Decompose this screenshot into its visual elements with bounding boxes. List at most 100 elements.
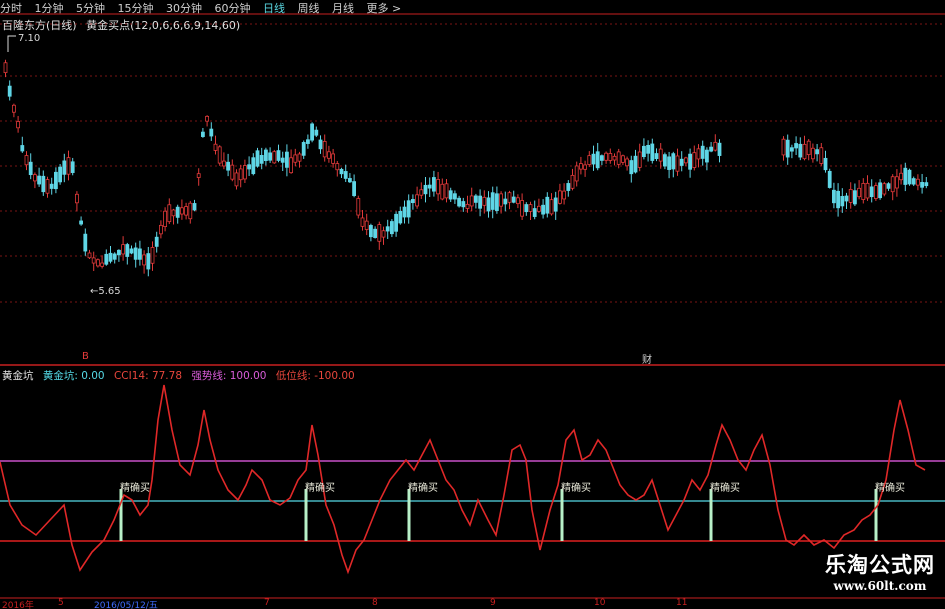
candle-body bbox=[616, 151, 621, 165]
site-watermark: 乐淘公式网 www.60lt.com bbox=[825, 549, 935, 593]
buy-signal-bar bbox=[119, 489, 123, 541]
candle-body bbox=[242, 165, 247, 180]
candle-body bbox=[853, 190, 857, 205]
candle-body bbox=[827, 170, 832, 188]
candle-body bbox=[528, 204, 533, 212]
candle-body bbox=[713, 141, 718, 151]
candle-body bbox=[486, 197, 491, 212]
candle-body bbox=[125, 244, 130, 257]
candle-body bbox=[469, 195, 474, 207]
candle-body bbox=[263, 149, 268, 161]
candle-body bbox=[339, 168, 344, 175]
candle-body bbox=[507, 192, 512, 203]
candle-body bbox=[255, 150, 260, 167]
candle-body bbox=[121, 244, 125, 255]
candle-body bbox=[117, 249, 121, 256]
buy-signal-label: 精确买 bbox=[875, 483, 905, 494]
candle-body bbox=[811, 147, 815, 160]
candle-body bbox=[314, 129, 319, 136]
candle-body bbox=[494, 193, 499, 211]
candle-body bbox=[566, 183, 571, 191]
candle-body bbox=[465, 203, 470, 209]
candle-body bbox=[637, 151, 642, 168]
candle-body bbox=[899, 172, 903, 181]
candle-body bbox=[903, 167, 908, 185]
candle-body bbox=[583, 164, 587, 170]
candle-body bbox=[389, 221, 394, 235]
candle-body bbox=[347, 178, 352, 183]
candle-body bbox=[794, 143, 798, 149]
candle-body bbox=[142, 254, 147, 266]
candle-body bbox=[91, 257, 96, 264]
candle-body bbox=[448, 190, 453, 200]
candle-body bbox=[612, 155, 617, 161]
buy-signal-label: 精确买 bbox=[408, 483, 438, 494]
candle-body bbox=[895, 176, 899, 189]
candle-body bbox=[75, 193, 79, 204]
buy-signal-bar bbox=[407, 489, 411, 541]
candle-body bbox=[625, 158, 629, 167]
candle-body bbox=[671, 153, 676, 170]
candle-body bbox=[158, 224, 163, 235]
candle-body bbox=[146, 253, 151, 270]
candle-body bbox=[58, 166, 62, 183]
candle-body bbox=[848, 189, 853, 203]
candle-body bbox=[832, 189, 836, 204]
indicator-name: 黄金坑 bbox=[2, 370, 34, 382]
date-label: 9 bbox=[490, 598, 496, 608]
candle-body bbox=[503, 198, 508, 205]
candle-body bbox=[276, 150, 281, 161]
candle-body bbox=[28, 161, 33, 176]
candle-body bbox=[587, 155, 592, 165]
candle-body bbox=[440, 183, 445, 200]
candle-body bbox=[700, 145, 705, 159]
candle-body bbox=[230, 164, 235, 180]
candle-body bbox=[629, 160, 634, 175]
candle-body bbox=[133, 247, 138, 260]
candle-body bbox=[419, 189, 424, 196]
candle-body bbox=[802, 143, 807, 160]
candle-body bbox=[574, 165, 579, 182]
candle-body bbox=[221, 160, 226, 167]
candle-body bbox=[490, 192, 495, 210]
candle-body bbox=[532, 208, 537, 217]
candle-body bbox=[516, 197, 520, 205]
candle-body bbox=[600, 155, 604, 161]
watermark-title: 乐淘公式网 bbox=[825, 553, 935, 577]
candle-body bbox=[137, 248, 142, 260]
candle-body bbox=[45, 179, 50, 194]
candle-body bbox=[112, 253, 117, 260]
candle-body bbox=[874, 185, 878, 199]
candle-body bbox=[175, 206, 180, 218]
candle-body bbox=[524, 204, 529, 213]
candle-body bbox=[70, 161, 75, 173]
candle-body bbox=[196, 173, 201, 178]
candle-body bbox=[402, 206, 407, 218]
candle-body bbox=[226, 161, 231, 171]
buy-signal-label: 精确买 bbox=[561, 483, 591, 494]
candle-body bbox=[444, 183, 449, 199]
candle-body bbox=[482, 196, 487, 206]
candle-body bbox=[284, 151, 289, 168]
candle-body bbox=[679, 158, 684, 166]
candle-body bbox=[83, 233, 88, 252]
finance-marker[interactable]: 财 bbox=[642, 351, 652, 366]
candle-body bbox=[667, 156, 671, 170]
candle-body bbox=[836, 190, 840, 209]
candle-body bbox=[322, 141, 327, 158]
candle-body bbox=[305, 139, 310, 144]
candle-body bbox=[326, 151, 331, 159]
candle-body bbox=[907, 169, 912, 185]
candle-body bbox=[642, 145, 646, 158]
candle-body bbox=[385, 226, 390, 232]
candle-body bbox=[79, 220, 83, 225]
candle-body bbox=[650, 143, 655, 161]
candle-body bbox=[436, 179, 441, 195]
candle-body bbox=[20, 145, 25, 152]
candle-body bbox=[646, 144, 650, 154]
candle-body bbox=[62, 160, 67, 175]
candle-body bbox=[570, 174, 575, 189]
candle-body bbox=[272, 151, 277, 164]
buy-signal-label: 精确买 bbox=[120, 483, 150, 494]
candle-body bbox=[108, 252, 113, 262]
